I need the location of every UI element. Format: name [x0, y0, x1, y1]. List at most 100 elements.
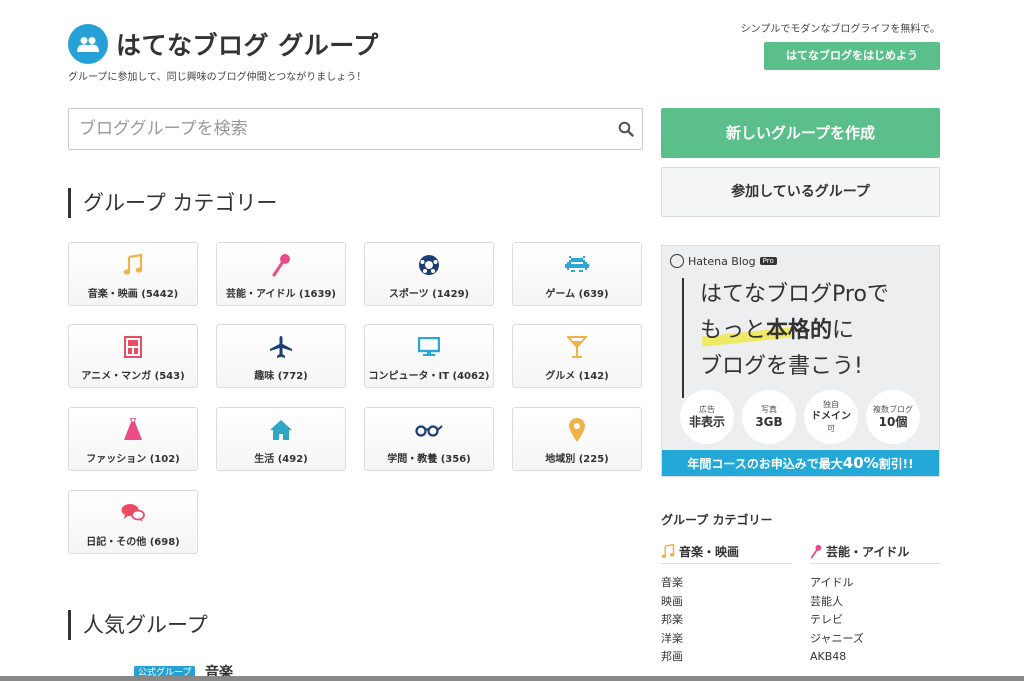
category-label: ゲーム (639) — [545, 289, 609, 300]
site-logo[interactable]: はてなブログ グループ — [68, 24, 379, 64]
dress-icon — [69, 418, 197, 442]
category-label: コンピュータ・IT (4062) — [368, 371, 490, 382]
category-label: ファッション (102) — [86, 454, 180, 465]
soccer-ball-icon — [365, 253, 493, 277]
category-label: 趣味 (772) — [254, 371, 308, 382]
sidebar-column-heading[interactable]: 芸能・アイドル — [810, 542, 940, 564]
ad-line-3: ブログを書こう! — [700, 354, 863, 379]
category-card-entertainment[interactable]: 芸能・アイドル (1639) — [216, 242, 346, 306]
sidebar-link[interactable]: 邦画 — [661, 648, 791, 667]
site-tagline: グループに参加して、同じ興味のブログ仲間とつながりましょう！ — [68, 72, 367, 83]
joined-groups-button[interactable]: 参加しているグループ — [661, 167, 940, 217]
category-label: 地域別 (225) — [545, 454, 609, 465]
category-card-region[interactable]: 地域別 (225) — [512, 407, 642, 471]
category-card-fashion[interactable]: ファッション (102) — [68, 407, 198, 471]
category-card-gourmet[interactable]: グルメ (142) — [512, 324, 642, 388]
ad-feature: 写真 3GB — [742, 390, 796, 444]
category-card-games[interactable]: ゲーム (639) — [512, 242, 642, 306]
popular-heading: 人気グループ — [68, 610, 208, 640]
ad-feature-small: 広告 — [699, 405, 715, 414]
speech-bubbles-icon — [69, 501, 197, 525]
categories-heading: グループ カテゴリー — [68, 188, 277, 218]
ad-brand: Hatena Blog Pro — [670, 254, 777, 268]
map-pin-icon — [513, 418, 641, 442]
category-label: 音楽・映画 (5442) — [87, 289, 179, 300]
ad-line-2b: 本格的 — [766, 318, 833, 343]
sidebar-column-music: 音楽・映画 音楽 映画 邦楽 洋楽 邦画 — [661, 542, 791, 667]
ad-line-2a: もっと — [700, 318, 767, 343]
monitor-icon — [365, 335, 493, 359]
ad-feature: 広告 非表示 — [680, 390, 734, 444]
site-title: はてなブログ グループ — [116, 31, 379, 60]
ad-banner-text-c: 割引!! — [878, 457, 914, 471]
group-users-icon — [68, 24, 108, 64]
ad-feature-small: 独自 — [823, 400, 839, 409]
hatena-logo-icon — [670, 254, 684, 268]
sidebar-column-heading[interactable]: 音楽・映画 — [661, 542, 791, 564]
sidebar-list: 音楽 映画 邦楽 洋楽 邦画 — [661, 574, 791, 667]
house-icon — [217, 418, 345, 442]
sidebar-column-entertainment: 芸能・アイドル アイドル 芸能人 テレビ ジャニーズ AKB48 — [810, 542, 940, 667]
category-card-life[interactable]: 生活 (492) — [216, 407, 346, 471]
group-search — [68, 108, 643, 150]
sidebar-link[interactable]: 洋楽 — [661, 630, 791, 649]
ad-feature-large: 10個 — [878, 415, 908, 429]
sidebar-link[interactable]: 邦楽 — [661, 611, 791, 630]
space-invader-icon — [513, 253, 641, 277]
sidebar-column-heading-label: 音楽・映画 — [679, 545, 740, 559]
sidebar-link[interactable]: 音楽 — [661, 574, 791, 593]
ad-banner-text-a: 年間コースのお申込みで最大 — [687, 457, 843, 471]
ad-line-2c: に — [832, 318, 855, 343]
create-group-button[interactable]: 新しいグループを作成 — [661, 108, 940, 158]
airplane-icon — [217, 335, 345, 359]
search-icon[interactable] — [618, 121, 634, 141]
category-label: グルメ (142) — [545, 371, 609, 382]
music-note-icon — [661, 544, 675, 559]
bottom-overlay-bar — [0, 676, 1024, 681]
sidebar-link[interactable]: ジャニーズ — [810, 630, 940, 649]
ad-line-2: もっと本格的に — [700, 312, 854, 344]
category-card-hobby[interactable]: 趣味 (772) — [216, 324, 346, 388]
sidebar-link[interactable]: 映画 — [661, 593, 791, 612]
category-label: 日記・その他 (698) — [86, 537, 180, 548]
ad-feature-large: 非表示 — [688, 415, 725, 429]
ad-pro-badge: Pro — [759, 257, 777, 265]
category-label: 芸能・アイドル (1639) — [226, 289, 336, 300]
ad-brand-name: Hatena Blog — [688, 254, 756, 268]
category-card-academic[interactable]: 学問・教養 (356) — [364, 407, 494, 471]
sidebar-categories-title: グループ カテゴリー — [661, 513, 773, 527]
sidebar-link[interactable]: AKB48 — [810, 648, 940, 667]
ad-feature: 複数ブログ 10個 — [866, 390, 920, 444]
glasses-icon — [365, 418, 493, 442]
ad-feature-small: 複数ブログ — [873, 405, 913, 414]
promo-area: シンプルでモダンなブログライフを無料で。 はてなブログをはじめよう — [730, 20, 940, 70]
ad-banner-percent: 40% — [842, 454, 879, 472]
ad-divider — [682, 278, 684, 398]
sidebar-link[interactable]: テレビ — [810, 611, 940, 630]
manga-book-icon — [69, 335, 197, 359]
category-label: スポーツ (1429) — [388, 289, 470, 300]
category-label: アニメ・マンガ (543) — [81, 371, 185, 382]
ad-feature: 独自 ドメイン 可 — [804, 390, 858, 444]
ad-feature-extra: 可 — [827, 424, 835, 433]
cocktail-icon — [513, 335, 641, 359]
ad-feature-large: ドメイン — [811, 411, 851, 422]
start-blog-button[interactable]: はてなブログをはじめよう — [764, 42, 940, 70]
category-card-diary[interactable]: 日記・その他 (698) — [68, 490, 198, 554]
category-card-music[interactable]: 音楽・映画 (5442) — [68, 242, 198, 306]
ad-discount-banner: 年間コースのお申込みで最大40%割引!! — [662, 450, 939, 476]
category-label: 学問・教養 (356) — [387, 454, 471, 465]
sidebar-list: アイドル 芸能人 テレビ ジャニーズ AKB48 — [810, 574, 940, 667]
sidebar-link[interactable]: アイドル — [810, 574, 940, 593]
sidebar-link[interactable]: 芸能人 — [810, 593, 940, 612]
ad-line-1: はてなブログProで — [700, 282, 889, 307]
ad-feature-large: 3GB — [755, 415, 783, 429]
category-card-sports[interactable]: スポーツ (1429) — [364, 242, 494, 306]
ad-feature-small: 写真 — [761, 405, 777, 414]
search-input[interactable] — [69, 109, 589, 149]
category-card-computer[interactable]: コンピュータ・IT (4062) — [364, 324, 494, 388]
pro-ad-banner[interactable]: Hatena Blog Pro はてなブログProで もっと本格的に ブログを書… — [661, 245, 940, 477]
category-label: 生活 (492) — [254, 454, 308, 465]
category-card-anime[interactable]: アニメ・マンガ (543) — [68, 324, 198, 388]
sidebar-column-heading-label: 芸能・アイドル — [826, 545, 910, 559]
